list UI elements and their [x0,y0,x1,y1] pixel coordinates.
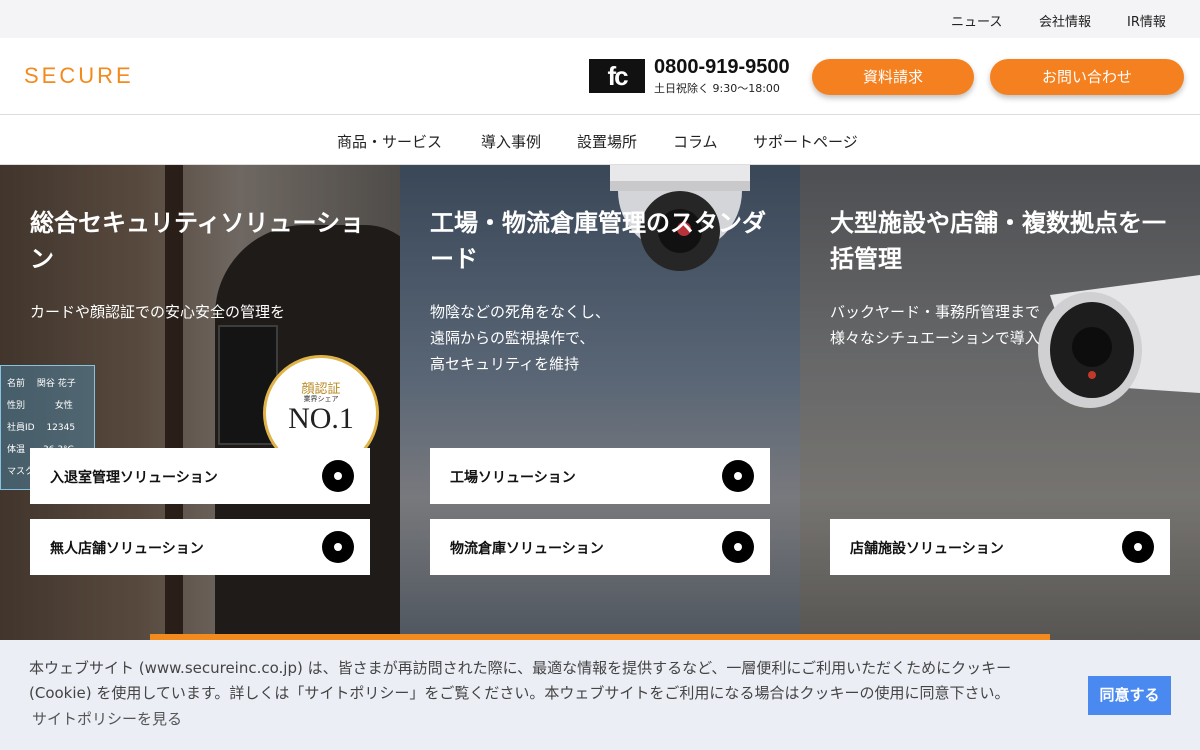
solution-label: 工場ソリューション [450,470,576,486]
phone-number: 0800-919-9500 [654,56,790,78]
site-header: SECURE fc 0800-919-9500 土日祝除く 9:30～18:00… [0,38,1200,114]
nav-item-support[interactable]: サポートページ [753,131,858,152]
solution-label: 店舗施設ソリューション [850,541,1004,557]
solution-label: 入退室管理ソリューション [50,470,218,486]
panel-description: 物陰などの死角をなくし、 遠隔からの監視操作で、 高セキュリティを維持 [430,303,611,373]
main-nav: 商品・サービス 導入事例 設置場所 コラム サポートページ [0,114,1200,165]
nav-item-products[interactable]: 商品・サービス [337,131,442,152]
cookie-message: 本ウェブサイト (www.secureinc.co.jp) は、皆さまが再訪問さ… [29,659,1012,702]
arrow-circle-icon [722,531,754,563]
solution-label: 物流倉庫ソリューション [450,541,604,557]
request-document-button[interactable]: 資料請求 [812,59,974,95]
arrow-circle-icon [1122,531,1154,563]
site-policy-link[interactable]: サイトポリシーを見る [32,708,182,729]
solution-link-unmanned-store[interactable]: 無人店舗ソリューション [30,519,370,575]
topbar-link-ir[interactable]: IR情報 [1127,11,1166,30]
topbar-link-company[interactable]: 会社情報 [1039,11,1091,30]
panel-title: 総合セキュリティソリューション [30,209,365,273]
solution-label: 無人店舗ソリューション [50,541,204,557]
hero-panel-security: 名前 関谷 花子 性別 女性 社員ID 12345 体温 36.3°C マスク … [0,165,400,640]
hero-panel-factory: 工場・物流倉庫管理のスタンダード 物陰などの死角をなくし、 遠隔からの監視操作で… [400,165,800,640]
arrow-circle-icon [322,531,354,563]
data-row-id: 社員ID 12345 [7,423,76,433]
topbar-link-news[interactable]: ニュース [951,11,1002,30]
nav-item-cases[interactable]: 導入事例 [481,131,541,152]
hero-panel-facility: 大型施設や店舗・複数拠点を一括管理 バックヤード・事務所管理まで 様々なシチュエ… [800,165,1200,640]
arrow-circle-icon [322,460,354,492]
panel-title: 大型施設や店舗・複数拠点を一括管理 [830,209,1166,273]
badge-main: NO.1 [288,402,354,435]
utility-bar: ニュース 会社情報 IR情報 [0,0,1200,38]
data-row-name: 名前 関谷 花子 [7,379,76,389]
panel-title: 工場・物流倉庫管理のスタンダード [430,209,766,273]
data-row-gender: 性別 女性 [7,401,73,411]
solution-link-access-control[interactable]: 入退室管理ソリューション [30,448,370,504]
cookie-banner: 本ウェブサイト (www.secureinc.co.jp) は、皆さまが再訪問さ… [0,640,1200,750]
panel-description: カードや顔認証での安心安全の管理を [30,303,286,321]
solution-link-warehouse[interactable]: 物流倉庫ソリューション [430,519,770,575]
site-logo[interactable]: SECURE [24,63,134,89]
panel-description: バックヤード・事務所管理まで 様々なシチュエーションで導入 [830,303,1041,347]
nav-item-locations[interactable]: 設置場所 [577,131,637,152]
arrow-circle-icon [722,460,754,492]
solution-link-store-facility[interactable]: 店舗施設ソリューション [830,519,1170,575]
nav-item-column[interactable]: コラム [673,131,718,152]
solution-link-factory[interactable]: 工場ソリューション [430,448,770,504]
business-hours: 土日祝除く 9:30～18:00 [654,82,780,95]
agree-button[interactable]: 同意する [1088,676,1171,715]
freecall-icon: fc [589,59,645,93]
contact-button[interactable]: お問い合わせ [990,59,1184,95]
